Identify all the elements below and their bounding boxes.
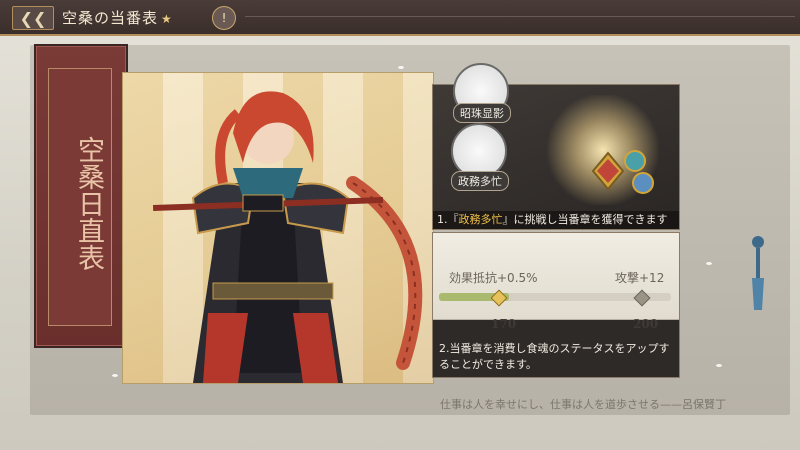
page-title: 空桑の当番表 ★ (62, 9, 173, 27)
stat-caption: 2.当番章を消費し食魂のステータスをアップすることができます。 (439, 342, 670, 371)
scroll-frame: 空桑日直表 (48, 68, 112, 326)
stat-panel: 効果抵抗+0.5% 攻撃+12 170 200 2.当番章を消費し食魂のステータ… (432, 232, 680, 378)
scroll-title: 空桑日直表 (73, 135, 104, 271)
avatar-top-label: 昭珠显影 (453, 103, 511, 123)
stat-a-value: 170 (491, 317, 517, 331)
challenge-caption: 1.『政務多忙』に挑戦し当番章を獲得できます (433, 211, 679, 229)
character-illustration (153, 91, 423, 383)
stat-b-label: 攻撃+12 (615, 271, 665, 285)
petal-decoration (706, 262, 712, 265)
back-arrow-icon: ❮❮ (19, 8, 47, 28)
info-button[interactable]: ! (212, 6, 236, 30)
vertical-scroll-banner: 空桑日直表 (34, 44, 128, 348)
petal-decoration (112, 374, 118, 377)
back-button[interactable]: ❮❮ (12, 6, 54, 30)
duty-badge-icon (591, 150, 654, 194)
divider (245, 16, 795, 17)
petal-decoration (398, 66, 404, 69)
info-panels: 昭珠显影 政務多忙 1.『政務多忙』に挑戦し当番章を獲得できます 効果抵抗+0.… (432, 63, 680, 378)
challenge-panel[interactable]: 昭珠显影 政務多忙 1.『政務多忙』に挑戦し当番章を獲得できます (432, 63, 680, 230)
petal-decoration (716, 364, 722, 367)
tassel-knot-icon (752, 236, 764, 310)
character-card (122, 72, 434, 384)
top-bar: ❮❮ 空桑の当番表 ★ ! (0, 0, 800, 36)
footer-quote: 仕事は人を幸せにし、仕事は人を道歩させる——呂保賢丁 (440, 398, 726, 411)
stat-b-value: 200 (633, 317, 659, 331)
stat-a-label: 効果抵抗+0.5% (449, 271, 538, 285)
star-icon: ★ (161, 12, 173, 26)
avatar-main-label: 政務多忙 (451, 171, 509, 191)
